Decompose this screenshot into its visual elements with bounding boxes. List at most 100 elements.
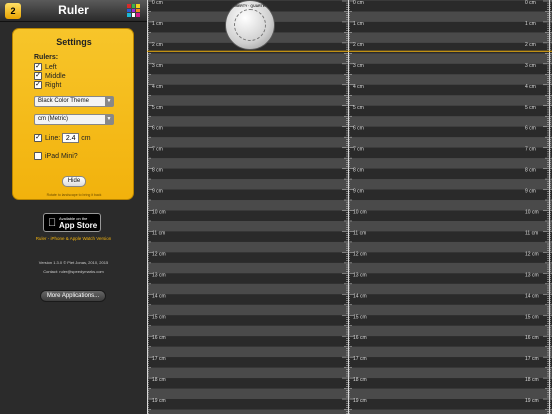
app-title: Ruler — [58, 3, 89, 17]
ruler-label: 2 cm — [525, 42, 536, 48]
ipad-mini-label: iPad Mini? — [45, 152, 78, 160]
line-length-input[interactable] — [62, 133, 80, 143]
ruler-label: 5 cm — [353, 105, 364, 111]
line-unit-label: cm — [81, 134, 91, 142]
ruler-label: 13 cm — [525, 272, 539, 278]
palette-swatch-6 — [127, 13, 131, 17]
ruler-band — [147, 283, 552, 295]
ruler-label: 1 cm — [353, 21, 364, 27]
ruler-label: 12 cm — [152, 251, 166, 257]
ruler-band — [147, 1, 552, 12]
ruler-band — [147, 53, 552, 64]
settings-title: Settings — [56, 37, 92, 47]
ruler-middle-checkbox[interactable]: ✓ — [34, 72, 42, 80]
title-bar: 2 Ruler — [0, 0, 147, 22]
ruler-label: 8 cm — [525, 168, 536, 174]
ruler-label: 15 cm — [353, 314, 367, 320]
ruler-label: 3 cm — [525, 63, 536, 69]
palette-swatch-7 — [131, 13, 136, 17]
ruler-band — [147, 147, 552, 159]
ruler-band — [147, 241, 552, 253]
ruler-right-option[interactable]: ✓ Right — [34, 81, 61, 89]
ruler-band — [147, 137, 552, 148]
ruler-band — [147, 32, 552, 43]
color-palette-icon[interactable] — [127, 4, 140, 17]
line-option[interactable]: ✓ Line: cm — [34, 133, 91, 143]
ruler-label: 5 cm — [152, 105, 163, 111]
rotate-note: Rotate to landscape to bring it back — [46, 193, 102, 197]
ruler-label: 19 cm — [525, 398, 539, 404]
ruler-band — [147, 357, 552, 368]
ruler-band — [147, 21, 552, 33]
ruler-label: 9 cm — [152, 189, 163, 195]
ruler-label: 8 cm — [152, 168, 163, 174]
ruler-band — [147, 336, 552, 347]
ruler-middle-option[interactable]: ✓ Middle — [34, 72, 66, 80]
ruler-label: 2 cm — [152, 42, 163, 48]
ruler-band — [147, 399, 552, 410]
theme-select[interactable]: Black Color Theme ▼ — [34, 96, 114, 107]
iphone-version-link[interactable]: Ruler - iPhone & Apple Watch Version — [0, 236, 147, 241]
ipad-mini-checkbox[interactable] — [34, 152, 42, 160]
ruler-label: 15 cm — [525, 314, 539, 320]
ruler-band — [147, 315, 552, 326]
ruler-right-checkbox[interactable]: ✓ — [34, 81, 42, 89]
chevron-down-icon: ▼ — [105, 97, 113, 106]
ipad-mini-option[interactable]: iPad Mini? — [34, 152, 78, 160]
ruler-band — [147, 210, 552, 221]
palette-swatch-5 — [136, 8, 140, 13]
unit-select[interactable]: cm (Metric) ▼ — [34, 114, 114, 125]
ruler-label: 14 cm — [353, 293, 367, 299]
ruler-left-checkbox[interactable]: ✓ — [34, 63, 42, 71]
ruler-area[interactable]: 0 cm 0 cm 0 cm 1 cm 1 cm 1 cm 2 cm 2 cm 2 cm 3 cm… — [147, 0, 552, 414]
rulers-label: Rulers: — [34, 54, 59, 61]
version-text: Version 1.3.0 © Piet Jonas, 2010, 2015 — [38, 260, 109, 265]
ruler-label: 16 cm — [353, 335, 367, 341]
app-store-badge[interactable]:  Available on the App Store — [43, 213, 101, 232]
ruler-middle-label: Middle — [45, 72, 66, 80]
ruler-label: 9 cm — [525, 189, 536, 195]
line-label: Line: — [45, 134, 61, 142]
hide-button[interactable]: Hide — [62, 176, 86, 187]
line-checkbox[interactable]: ✓ — [34, 134, 42, 142]
contact-email[interactable]: Contact: ruler@speedymarks.com — [0, 269, 147, 274]
ruler-label: 1 cm — [525, 21, 536, 27]
ruler-label: 6 cm — [525, 126, 536, 132]
ruler-band — [147, 220, 552, 232]
palette-swatch-3 — [127, 8, 131, 13]
ruler-label: 11 cm — [353, 230, 366, 236]
ruler-label: 18 cm — [353, 377, 367, 383]
ruler-label: 10 cm — [152, 210, 166, 216]
ruler-band — [147, 42, 552, 54]
palette-swatch-0 — [127, 4, 131, 8]
sidebar: 2 Ruler Settings Rulers: ✓ Left ✓ Middle… — [0, 0, 147, 414]
ruler-label: 6 cm — [353, 126, 364, 132]
ruler-label: 6 cm — [152, 126, 163, 132]
ruler-label: 4 cm — [152, 84, 163, 90]
ruler-band — [147, 304, 552, 316]
ruler-band — [147, 84, 552, 96]
ruler-label: 18 cm — [525, 377, 539, 383]
ruler-left-option[interactable]: ✓ Left — [34, 63, 57, 71]
ruler-label: 0 cm — [525, 0, 536, 6]
ruler-band — [147, 189, 552, 201]
ruler-label: 7 cm — [353, 147, 364, 153]
ruler-label: 19 cm — [152, 398, 166, 404]
ruler-band — [147, 346, 552, 358]
ruler-band — [147, 95, 552, 106]
ruler-label: 1 cm — [152, 21, 163, 27]
ruler-canvas[interactable]: 0 cm 0 cm 0 cm 1 cm 1 cm 1 cm 2 cm 2 cm 2 cm 3 cm… — [147, 0, 552, 414]
palette-swatch-4 — [131, 8, 136, 13]
chevron-down-icon: ▼ — [105, 115, 113, 124]
ruler-label: 14 cm — [525, 293, 539, 299]
more-applications-button[interactable]: More Applications... — [40, 290, 106, 302]
palette-swatch-8 — [136, 13, 140, 17]
ruler-label: 16 cm — [525, 335, 539, 341]
ruler-label: 11 cm — [525, 230, 538, 236]
ruler-band — [147, 378, 552, 389]
ruler-label: 4 cm — [525, 84, 536, 90]
ruler-label: 18 cm — [152, 377, 166, 383]
ruler-label: 0 cm — [152, 0, 163, 6]
ruler-label: 19 cm — [353, 398, 367, 404]
ruler-left-label: Left — [45, 63, 57, 71]
